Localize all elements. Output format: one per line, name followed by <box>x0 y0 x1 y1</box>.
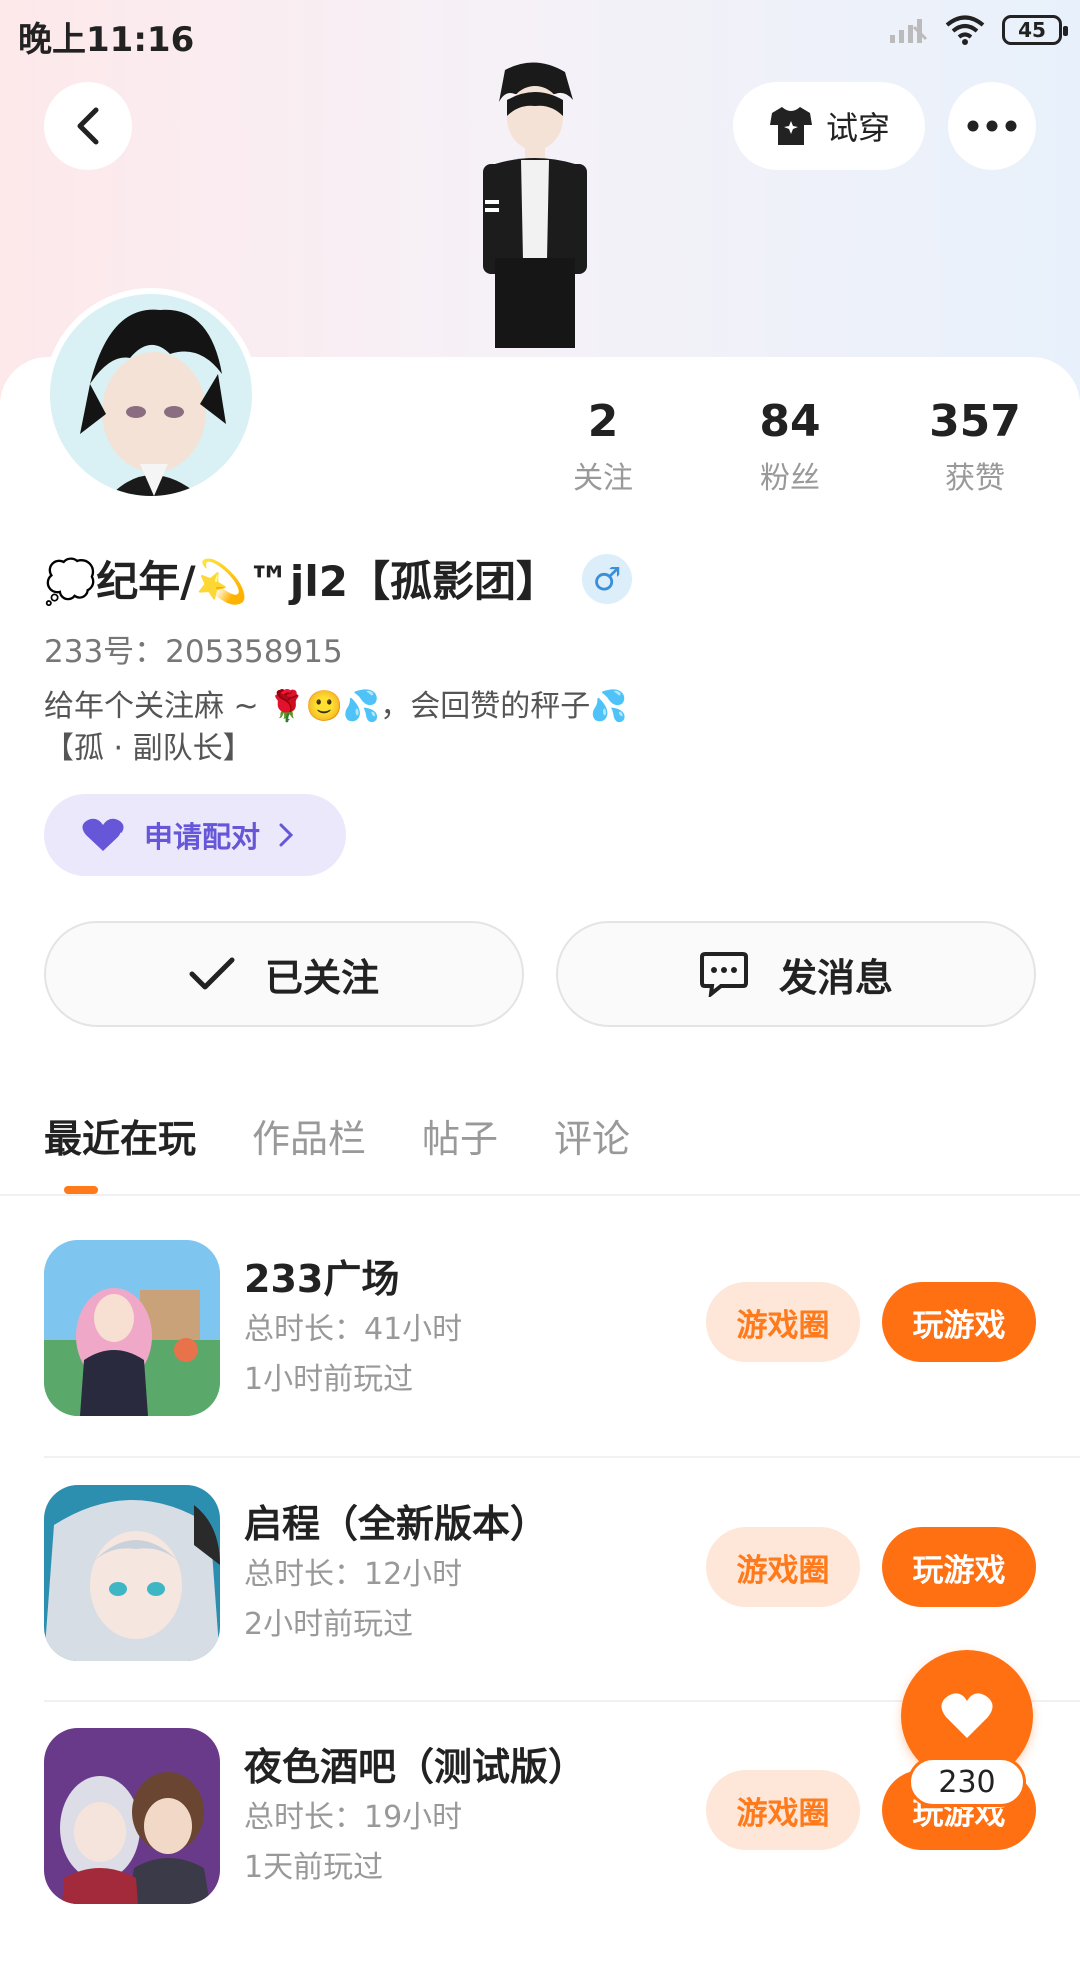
chevron-right-icon <box>279 823 294 847</box>
followed-button[interactable]: 已关注 <box>44 921 524 1027</box>
chevron-left-icon <box>77 107 99 145</box>
game-title: 233广场 <box>244 1257 400 1301</box>
game-duration: 总时长：12小时 <box>244 1557 463 1592</box>
stat-likes[interactable]: 357 获赞 <box>895 396 1055 497</box>
send-message-label: 发消息 <box>778 955 893 1000</box>
shirt-icon <box>769 107 812 145</box>
game-duration: 总时长：41小时 <box>244 1312 463 1347</box>
wifi-icon <box>945 15 985 45</box>
game-icon-qicheng[interactable] <box>44 1485 220 1661</box>
like-count-badge: 230 <box>908 1757 1026 1807</box>
game-title: 夜色酒吧（测试版） <box>244 1745 587 1789</box>
status-time: 晚上11:16 <box>18 20 195 60</box>
apply-pair-button[interactable]: 申请配对 <box>44 794 346 876</box>
play-game-button[interactable]: 玩游戏 <box>882 1282 1036 1362</box>
following-label: 关注 <box>573 461 633 496</box>
more-dots-icon <box>967 120 1017 132</box>
bio-line-2: 【孤 · 副队长】 <box>44 731 253 766</box>
likes-label: 获赞 <box>945 461 1005 496</box>
user-id: 233号：205358915 <box>44 634 343 670</box>
checkmark-icon <box>189 957 235 990</box>
signal-icon <box>890 19 928 43</box>
likes-count: 357 <box>929 396 1021 447</box>
stat-following[interactable]: 2 关注 <box>523 396 683 497</box>
more-button[interactable] <box>948 82 1036 170</box>
game-icon-night-bar[interactable] <box>44 1728 220 1904</box>
battery-icon: 45 <box>1002 15 1068 45</box>
game-last-played: 1小时前玩过 <box>244 1362 414 1397</box>
stat-fans[interactable]: 84 粉丝 <box>710 396 870 497</box>
status-icons: 45 <box>888 14 1068 46</box>
tab-posts[interactable]: 帖子 <box>422 1108 498 1163</box>
avatar[interactable] <box>44 288 258 502</box>
game-list-item[interactable]: 233广场 总时长：41小时 1小时前玩过 游戏圈 玩游戏 <box>0 1240 1080 1480</box>
character-figure <box>455 60 615 360</box>
message-bubble-icon <box>699 952 748 997</box>
avatar-image <box>50 294 252 496</box>
tab-recently-played[interactable]: 最近在玩 <box>44 1108 196 1163</box>
username: 💭纪年/💫™jl2【孤影团】 <box>44 557 558 606</box>
profile-tabs: 最近在玩 作品栏 帖子 评论 <box>44 1108 686 1163</box>
game-circle-button[interactable]: 游戏圈 <box>706 1770 860 1850</box>
game-last-played: 2小时前玩过 <box>244 1607 414 1642</box>
active-tab-indicator <box>64 1186 98 1194</box>
heart-icon <box>941 1693 993 1738</box>
tab-works[interactable]: 作品栏 <box>252 1108 366 1163</box>
game-duration: 总时长：19小时 <box>244 1800 463 1835</box>
try-on-button[interactable]: 试穿 <box>733 82 925 170</box>
heart-icon <box>82 818 124 853</box>
tabs-divider <box>0 1194 1080 1196</box>
bio-line-1: 给年个关注麻 ~ 🌹🙂💦，会回赞的秤子💦 <box>44 689 628 724</box>
tab-comments[interactable]: 评论 <box>554 1108 630 1163</box>
try-on-label: 试穿 <box>825 109 890 147</box>
game-last-played: 1天前玩过 <box>244 1850 384 1885</box>
following-count: 2 <box>587 396 619 447</box>
bio: 给年个关注麻 ~ 🌹🙂💦，会回赞的秤子💦 【孤 · 副队长】 <box>44 686 628 770</box>
followed-label: 已关注 <box>264 955 379 1000</box>
play-game-button[interactable]: 玩游戏 <box>882 1527 1036 1607</box>
send-message-button[interactable]: 发消息 <box>556 921 1036 1027</box>
fans-count: 84 <box>759 396 821 447</box>
status-bar: 晚上11:16 45 <box>0 0 1080 66</box>
game-circle-button[interactable]: 游戏圈 <box>706 1282 860 1362</box>
apply-pair-label: 申请配对 <box>144 820 261 854</box>
username-row: 💭纪年/💫™jl2【孤影团】 ♂ <box>44 548 632 609</box>
game-icon-233-plaza[interactable] <box>44 1240 220 1416</box>
fans-label: 粉丝 <box>760 461 820 496</box>
game-circle-button[interactable]: 游戏圈 <box>706 1527 860 1607</box>
male-icon: ♂ <box>581 553 632 604</box>
game-title: 启程（全新版本） <box>244 1502 549 1546</box>
back-button[interactable] <box>44 82 132 170</box>
battery-level: 45 <box>1018 18 1046 42</box>
row-divider <box>44 1456 1080 1458</box>
